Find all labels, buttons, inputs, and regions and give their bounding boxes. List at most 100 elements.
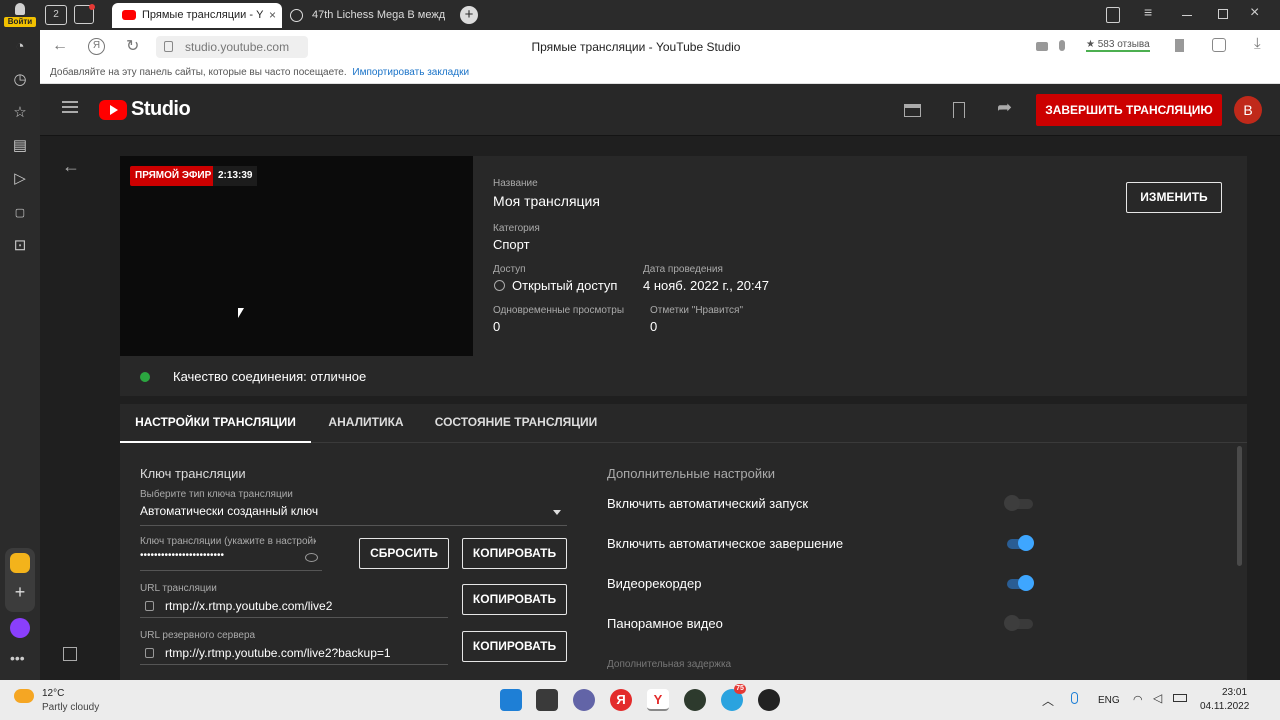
back-arrow-icon[interactable]: ← <box>62 156 80 177</box>
new-tab-button[interactable]: + <box>460 6 478 24</box>
tab-lichess[interactable]: 47th Lichess Mega B межд <box>282 3 452 28</box>
copy-url-button[interactable]: КОПИРОВАТЬ <box>462 584 567 615</box>
reload-icon[interactable]: ↻ <box>126 36 139 56</box>
stream-overview-card: ПРЯМОЙ ЭФИР 2:13:39 Название Моя трансля… <box>120 156 1247 396</box>
lichess-app-icon[interactable] <box>684 689 706 711</box>
dvr-toggle[interactable] <box>1004 575 1034 591</box>
more-icon[interactable]: ••• <box>10 650 25 666</box>
mouse-cursor-icon <box>238 308 244 318</box>
clock-time[interactable]: 23:01 <box>1222 687 1247 698</box>
auto-start-toggle[interactable] <box>1004 495 1034 511</box>
collections-icon[interactable]: ▤ <box>8 134 32 158</box>
category-value: Спорт <box>493 237 530 252</box>
screenshot-icon[interactable]: ⊡ <box>8 234 32 258</box>
add-app-icon[interactable]: + <box>5 582 35 603</box>
back-icon[interactable]: ← <box>52 37 68 55</box>
bookmarks-panel-icon[interactable] <box>1106 7 1120 23</box>
camera-icon[interactable] <box>1036 42 1048 51</box>
telegram-badge: 75 <box>734 684 746 694</box>
avatar[interactable]: B <box>1234 96 1262 124</box>
stream-key-field[interactable]: •••••••••••••••••••••••• <box>140 548 322 571</box>
bell-icon[interactable]: ◔ <box>8 35 32 59</box>
eye-off-icon[interactable] <box>305 553 318 562</box>
copy-key-button[interactable]: КОПИРОВАТЬ <box>462 538 567 569</box>
reset-key-button[interactable]: СБРОСИТЬ <box>359 538 449 569</box>
bookmark-icon[interactable] <box>1175 39 1184 52</box>
yandex-browser-icon[interactable]: Я <box>610 689 632 711</box>
yandex-icon[interactable]: Я <box>88 38 105 55</box>
bookmark-outline-icon[interactable] <box>953 102 965 118</box>
copy-backup-url-button[interactable]: КОПИРОВАТЬ <box>462 631 567 662</box>
battery-icon[interactable] <box>1173 694 1187 702</box>
yandex-taskbar-icon[interactable]: Y <box>647 689 669 711</box>
tab-stream-health[interactable]: СОСТОЯНИЕ ТРАНСЛЯЦИИ <box>428 404 604 443</box>
start-icon[interactable] <box>500 689 522 711</box>
tab-stream-settings[interactable]: НАСТРОЙКИ ТРАНСЛЯЦИИ <box>120 404 311 443</box>
tabs-count-icon[interactable]: ▢ <box>8 201 32 225</box>
close-icon[interactable]: × <box>269 3 276 28</box>
tab-youtube-studio[interactable]: Прямые трансляции - Y × <box>112 3 282 28</box>
scrollbar[interactable] <box>1237 446 1242 566</box>
url-field[interactable]: studio.youtube.com <box>156 36 308 58</box>
feedback-icon[interactable] <box>63 647 77 661</box>
telegram-icon[interactable]: 75 <box>721 684 746 711</box>
tab-bar: НАСТРОЙКИ ТРАНСЛЯЦИИ АНАЛИТИКА СОСТОЯНИЕ… <box>120 404 1247 443</box>
obs-icon[interactable] <box>758 689 780 711</box>
studio-content: ← ПРЯМОЙ ЭФИР 2:13:39 Название Моя транс… <box>40 136 1280 680</box>
auto-stop-toggle[interactable] <box>1004 535 1034 551</box>
globe-icon <box>494 280 505 291</box>
video-preview[interactable]: ПРЯМОЙ ЭФИР 2:13:39 <box>120 156 473 356</box>
end-stream-button[interactable]: ЗАВЕРШИТЬ ТРАНСЛЯЦИЮ <box>1036 94 1222 126</box>
language-indicator[interactable]: ENG <box>1098 695 1120 706</box>
history-icon[interactable]: ◷ <box>8 68 32 92</box>
share-icon[interactable]: ➦ <box>997 97 1012 118</box>
key-type-select[interactable]: Автоматически созданный ключ <box>140 502 567 526</box>
play-icon[interactable]: ▷ <box>8 167 32 191</box>
volume-icon[interactable]: ◁ <box>1153 691 1162 705</box>
chevron-up-icon[interactable]: ︿ <box>1042 692 1054 709</box>
partly-cloudy-icon <box>14 689 34 703</box>
copy-label: КОПИРОВАТЬ <box>472 546 557 560</box>
signin-button[interactable]: Войти <box>4 2 36 28</box>
mail-icon[interactable] <box>10 553 30 573</box>
360-video-label: Панорамное видео <box>607 616 723 631</box>
backup-url-value: rtmp://y.rtmp.youtube.com/live2?backup=1 <box>165 646 391 660</box>
lock-icon <box>164 41 173 52</box>
youtube-play-icon <box>99 100 127 120</box>
stream-url-field[interactable]: rtmp://x.rtmp.youtube.com/live2 <box>140 596 448 618</box>
backup-url-field[interactable]: rtmp://y.rtmp.youtube.com/live2?backup=1 <box>140 643 448 665</box>
import-bookmarks-link[interactable]: Импортировать закладки <box>352 67 469 78</box>
tab-analytics[interactable]: АНАЛИТИКА <box>318 404 414 443</box>
likes-label: Отметки "Нравится" <box>650 305 744 316</box>
maximize-icon[interactable] <box>1218 9 1228 19</box>
minimize-icon[interactable] <box>1182 15 1192 16</box>
temperature: 12°C <box>42 688 65 699</box>
windows-taskbar: 12°C Partly cloudy Я Y 75 ︿ ENG ◠ ◁ 23:0… <box>0 680 1280 720</box>
clock-date[interactable]: 04.11.2022 <box>1200 701 1249 712</box>
mic-tray-icon[interactable] <box>1071 692 1078 704</box>
extensions-icon[interactable] <box>1212 38 1226 52</box>
download-icon[interactable]: ⤓ <box>1254 35 1261 52</box>
apps-panel: + <box>5 548 35 612</box>
hamburger-menu-icon[interactable] <box>62 101 78 113</box>
mic-icon[interactable] <box>1059 40 1065 51</box>
edit-button[interactable]: ИЗМЕНИТЬ <box>1126 182 1222 213</box>
360-video-toggle[interactable] <box>1004 615 1034 631</box>
tab-label: СОСТОЯНИЕ ТРАНСЛЯЦИИ <box>434 415 598 429</box>
star-icon[interactable]: ☆ <box>8 101 32 125</box>
stream-key-label: Ключ трансляции (укажите в настройках... <box>140 536 316 547</box>
clapperboard-icon[interactable] <box>904 104 921 117</box>
tab-groups-button[interactable]: 2 <box>45 5 67 25</box>
category-label: Категория <box>493 223 540 234</box>
task-view-icon[interactable] <box>536 689 558 711</box>
close-window-icon[interactable]: × <box>1250 4 1259 22</box>
connection-status-dot <box>140 372 150 382</box>
studio-logo[interactable]: Studio <box>99 97 191 123</box>
weather-widget[interactable]: 12°C Partly cloudy <box>14 686 134 716</box>
wifi-icon[interactable]: ◠ <box>1133 693 1143 706</box>
menu-icon[interactable]: ≡ <box>1144 4 1152 20</box>
chat-icon[interactable] <box>573 689 595 711</box>
alice-assistant-icon[interactable] <box>10 618 30 638</box>
likes-value: 0 <box>650 319 658 334</box>
reviews-badge[interactable]: ★ 583 отзыва <box>1086 39 1150 52</box>
